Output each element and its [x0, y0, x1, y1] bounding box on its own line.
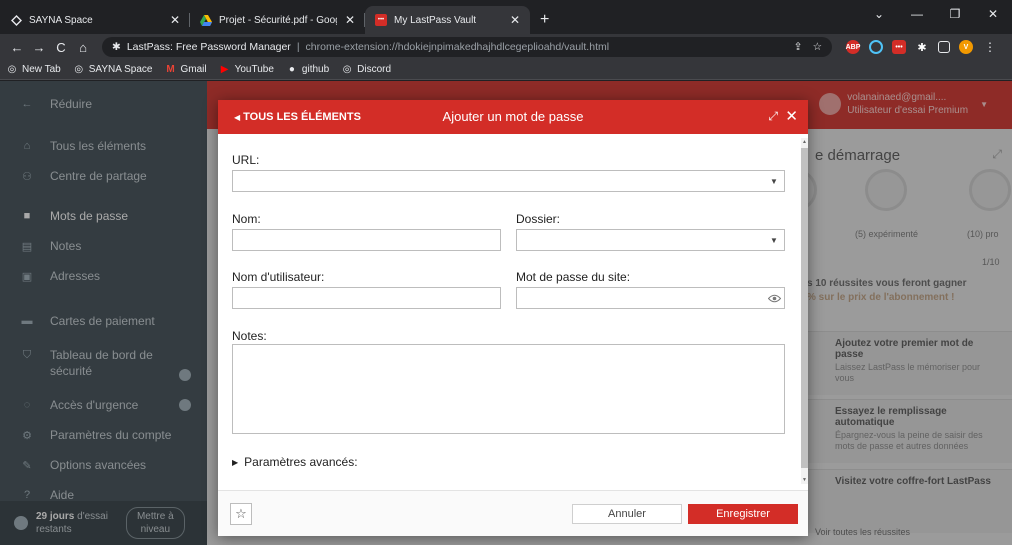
chevron-down-icon[interactable]: ▼ — [764, 171, 784, 191]
bookmark-label: Gmail — [180, 64, 207, 75]
bookmark-label: github — [301, 64, 330, 75]
youtube-icon: ▶ — [220, 64, 229, 75]
close-icon[interactable]: ✕ — [785, 107, 798, 125]
address-site: LastPass: Free Password Manager — [126, 41, 291, 53]
google-drive-icon — [200, 14, 212, 26]
bookmark-youtube[interactable]: ▶ YouTube — [219, 64, 274, 75]
bookmark-label: Discord — [357, 64, 392, 75]
add-password-dialog: ◀ TOUS LES ÉLÉMENTS Ajouter un mot de pas… — [218, 100, 808, 536]
gmail-icon: M — [166, 64, 175, 75]
puzzle-icon[interactable]: ✱ — [915, 40, 929, 54]
bookmark-label: SAYNA Space — [88, 64, 153, 75]
bookmark-star-icon[interactable]: ☆ — [813, 41, 822, 53]
favorite-star-icon[interactable]: ☆ — [230, 503, 252, 525]
close-window-icon[interactable]: ✕ — [974, 7, 1012, 21]
window-controls: ⌄ — ❐ ✕ — [860, 0, 1012, 28]
browser-tab-drive[interactable]: Projet - Sécurité.pdf - Google Dri ✕ — [190, 6, 365, 34]
sayna-icon — [10, 14, 22, 26]
cancel-button[interactable]: Annuler — [572, 504, 682, 524]
github-icon: ● — [288, 64, 295, 75]
chevron-down-icon[interactable]: ▼ — [764, 230, 784, 250]
minimize-icon[interactable]: — — [898, 7, 936, 21]
folder-select[interactable] — [516, 229, 785, 251]
scrollbar-thumb[interactable] — [801, 148, 808, 468]
globe-icon: ◎ — [7, 64, 17, 75]
advanced-settings-toggle[interactable]: ▶ Paramètres avancés: — [232, 455, 358, 469]
bookmarks-bar: ◎ New Tab ◎ SAYNA Space M Gmail ▶ YouTube ● g… — [0, 60, 1012, 80]
bookmark-discord[interactable]: ◎ Discord — [341, 64, 391, 75]
reload-icon[interactable]: C — [50, 40, 72, 55]
address-separator: | — [296, 41, 300, 53]
menu-dots-icon[interactable]: ⋮ — [984, 40, 996, 54]
back-to-all-items-link[interactable]: ◀ TOUS LES ÉLÉMENTS — [234, 111, 361, 123]
maximize-icon[interactable]: ❐ — [936, 7, 974, 21]
close-icon[interactable]: ✕ — [502, 13, 520, 27]
back-arrow-icon[interactable]: ← — [6, 40, 28, 55]
lastpass-ext-icon[interactable]: ••• — [892, 40, 906, 54]
adblock-icon[interactable]: ABP — [846, 40, 860, 54]
username-input[interactable] — [232, 287, 501, 309]
globe-icon: ◎ — [74, 64, 84, 75]
browser-toolbar: ← → C ⌂ ✱ LastPass: Free Password Manage… — [0, 34, 1012, 60]
name-label: Nom: — [232, 212, 261, 226]
ext-circle-icon[interactable] — [869, 40, 883, 54]
bookmark-gmail[interactable]: M Gmail — [164, 64, 206, 75]
dialog-footer: ☆ Annuler Enregistrer — [218, 490, 808, 536]
tab-title: My LastPass Vault — [394, 14, 477, 26]
tab-title: SAYNA Space — [29, 14, 93, 26]
profile-avatar[interactable]: V — [959, 40, 973, 54]
site-password-input[interactable] — [516, 287, 785, 309]
close-icon[interactable]: ✕ — [337, 13, 355, 27]
bookmark-new-tab[interactable]: ◎ New Tab — [6, 64, 61, 75]
sidepanel-icon[interactable] — [938, 41, 950, 53]
url-label: URL: — [232, 153, 260, 167]
triangle-left-icon: ◀ — [234, 113, 241, 122]
bookmark-label: New Tab — [22, 64, 61, 75]
scrollbar[interactable]: ▲ ▼ — [801, 138, 808, 484]
share-icon[interactable]: ⇪ — [794, 41, 803, 53]
omnibox-actions: ⇪ ☆ — [794, 41, 822, 53]
dialog-header: ◀ TOUS LES ÉLÉMENTS Ajouter un mot de pas… — [218, 100, 808, 134]
browser-tab-strip: SAYNA Space ✕ Projet - Sécurité.pdf - Go… — [0, 0, 1012, 34]
tab-title: Projet - Sécurité.pdf - Google Dri — [219, 14, 337, 26]
browser-tab-lastpass[interactable]: ••• My LastPass Vault ✕ — [365, 6, 530, 34]
browser-tab-sayna[interactable]: SAYNA Space ✕ — [0, 6, 190, 34]
save-button[interactable]: Enregistrer — [688, 504, 798, 524]
notes-label: Notes: — [232, 329, 267, 343]
close-icon[interactable]: ✕ — [162, 13, 180, 27]
folder-label: Dossier: — [516, 212, 561, 226]
extension-icons: ABP ••• ✱ V ⋮ — [846, 40, 996, 54]
lastpass-icon: ••• — [375, 14, 387, 26]
username-label: Nom d'utilisateur: — [232, 270, 325, 284]
bookmark-sayna[interactable]: ◎ SAYNA Space — [73, 64, 153, 75]
address-bar[interactable]: ✱ LastPass: Free Password Manager | chro… — [102, 37, 832, 57]
scroll-down-icon[interactable]: ▼ — [801, 476, 808, 484]
name-input[interactable] — [232, 229, 501, 251]
new-tab-button[interactable]: + — [530, 6, 559, 34]
site-password-label: Mot de passe du site: — [516, 270, 631, 284]
eye-icon[interactable] — [766, 290, 782, 306]
bookmark-github[interactable]: ● github — [286, 64, 329, 75]
bookmark-label: YouTube — [234, 64, 274, 75]
chevron-down-icon[interactable]: ⌄ — [860, 7, 898, 21]
forward-arrow-icon[interactable]: → — [28, 40, 50, 55]
expand-icon[interactable]: ⤢ — [768, 109, 778, 124]
puzzle-icon: ✱ — [112, 41, 121, 53]
address-url: chrome-extension://hdokiejnpimakedhajhdl… — [305, 41, 610, 53]
notes-textarea[interactable] — [232, 344, 785, 434]
url-input[interactable] — [232, 170, 785, 192]
scroll-up-icon[interactable]: ▲ — [801, 138, 808, 146]
home-icon[interactable]: ⌂ — [72, 40, 94, 55]
triangle-right-icon: ▶ — [232, 457, 239, 467]
globe-icon: ◎ — [342, 64, 352, 75]
